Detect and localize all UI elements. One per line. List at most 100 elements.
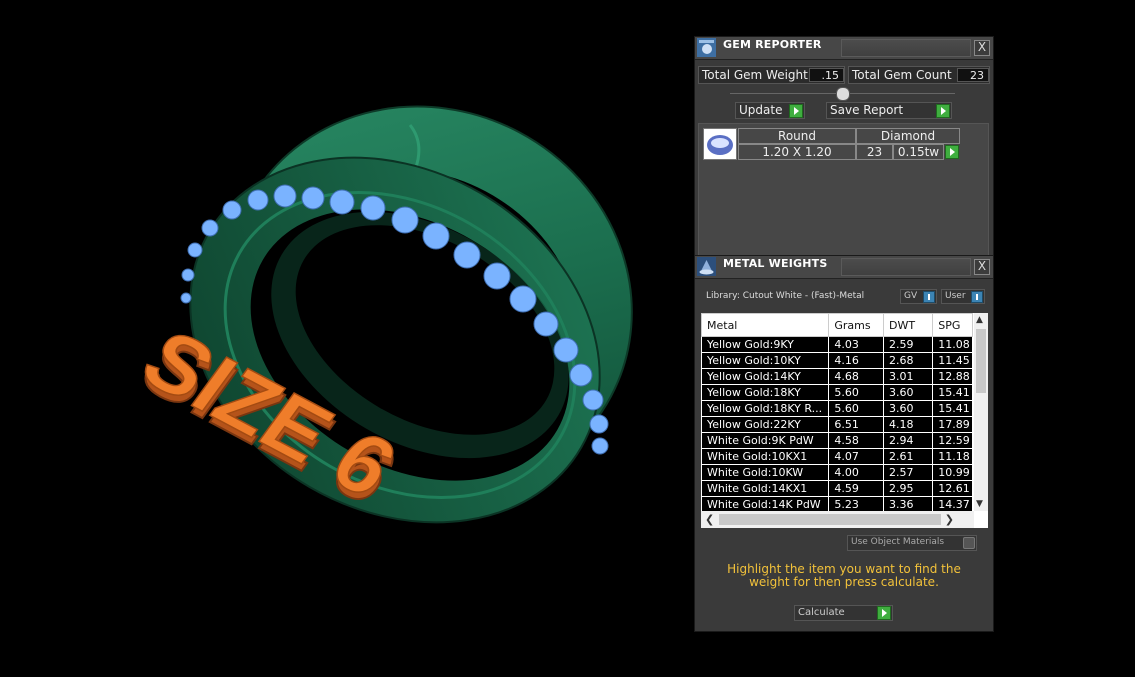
save-report-button-label: Save Report <box>830 103 904 117</box>
column-header-dwt[interactable]: DWT <box>883 313 934 337</box>
gem-carat: 0.15tw <box>893 144 944 160</box>
metal-cell: Yellow Gold:10KY <box>701 352 830 369</box>
calculate-button[interactable]: Calculate <box>794 605 893 621</box>
grams-cell: 6.51 <box>828 416 885 433</box>
table-row[interactable]: Yellow Gold:18KY 5.60 3.60 15.41 <box>701 384 973 401</box>
column-header-grams[interactable]: Grams <box>828 313 885 337</box>
splitter-handle[interactable] <box>836 87 850 101</box>
ring-render: SIZE 6 SIZE 6 <box>124 105 633 524</box>
vertical-scrollbar[interactable]: ▲ ▼ <box>974 313 988 511</box>
grams-cell: 5.60 <box>828 400 885 417</box>
metal-cell: White Gold:14KX1 <box>701 480 830 497</box>
spg-cell: 14.37 <box>932 496 973 511</box>
dwt-cell: 2.68 <box>883 352 934 369</box>
metal-cell: White Gold:10KW <box>701 464 830 481</box>
table-row[interactable]: Yellow Gold:9KY 4.03 2.59 11.08 <box>701 336 973 353</box>
calculate-arrow-icon <box>877 606 891 620</box>
calculate-button-label: Calculate <box>798 607 845 618</box>
dwt-cell: 2.61 <box>883 448 934 465</box>
table-row[interactable]: Yellow Gold:10KY 4.16 2.68 11.45 <box>701 352 973 369</box>
use-object-materials-label: Use Object Materials <box>851 537 945 547</box>
horizontal-scroll-thumb[interactable] <box>719 514 941 525</box>
spg-cell: 10.99 <box>932 464 973 481</box>
table-row[interactable]: White Gold:14K PdW 5.23 3.36 14.37 <box>701 496 973 511</box>
metal-cell: Yellow Gold:14KY <box>701 368 830 385</box>
scroll-down-icon[interactable]: ▼ <box>976 499 983 509</box>
column-header-spg[interactable]: SPG <box>932 313 973 337</box>
gem-count: 23 <box>856 144 893 160</box>
grams-cell: 4.16 <box>828 352 885 369</box>
spg-cell: 15.41 <box>932 384 973 401</box>
total-gem-count-label: Total Gem Count <box>852 68 952 82</box>
spg-cell: 11.45 <box>932 352 973 369</box>
gem-shape: Round <box>738 128 856 144</box>
metal-weights-titlebar[interactable]: METAL WEIGHTS X <box>695 256 993 279</box>
3d-viewport[interactable]: SIZE 6 SIZE 6 <box>0 0 690 673</box>
update-button-label: Update <box>739 103 783 117</box>
gem-reporter-titlebar[interactable]: GEM REPORTER X <box>695 37 993 60</box>
toggle-off-icon <box>963 537 975 549</box>
spg-cell: 12.59 <box>932 432 973 449</box>
grams-cell: 4.68 <box>828 368 885 385</box>
metal-table-container[interactable]: Metal Grams DWT SPG Yellow Gold:9KY 4.03 2… <box>701 313 988 528</box>
gem-list-item[interactable]: Round Diamond 1.20 X 1.20 23 0.15tw <box>703 128 960 162</box>
title-strip <box>841 39 971 57</box>
total-gem-weight-label: Total Gem Weight <box>702 68 808 82</box>
column-header-metal[interactable]: Metal <box>701 313 830 337</box>
metal-weights-panel: METAL WEIGHTS X Library: Cutout White - … <box>694 255 994 632</box>
metal-cell: Yellow Gold:18KY <box>701 384 830 401</box>
spg-cell: 11.18 <box>932 448 973 465</box>
user-toggle[interactable]: User <box>941 289 985 304</box>
grams-cell: 4.59 <box>828 480 885 497</box>
table-row[interactable]: Yellow Gold:18KY R... 5.60 3.60 15.41 <box>701 400 973 417</box>
metal-cell: Yellow Gold:22KY <box>701 416 830 433</box>
grams-cell: 5.23 <box>828 496 885 511</box>
spg-cell: 11.08 <box>932 336 973 353</box>
metal-table-header: Metal Grams DWT SPG <box>701 313 973 337</box>
total-gem-weight-field: Total Gem Weight .15 <box>698 66 845 84</box>
save-report-button[interactable]: Save Report <box>826 102 952 119</box>
gem-reporter-close-button[interactable]: X <box>974 40 990 56</box>
spg-cell: 12.61 <box>932 480 973 497</box>
grams-cell: 4.58 <box>828 432 885 449</box>
spg-cell: 17.89 <box>932 416 973 433</box>
gem-size: 1.20 X 1.20 <box>738 144 856 160</box>
dwt-cell: 2.59 <box>883 336 934 353</box>
metal-weights-close-button[interactable]: X <box>974 259 990 275</box>
dwt-cell: 2.94 <box>883 432 934 449</box>
metal-table: Metal Grams DWT SPG Yellow Gold:9KY 4.03 2… <box>701 313 973 511</box>
horizontal-scrollbar[interactable]: ❮ ❯ <box>701 511 974 528</box>
use-object-materials-toggle[interactable]: Use Object Materials <box>847 535 977 551</box>
table-row[interactable]: White Gold:10KX1 4.07 2.61 11.18 <box>701 448 973 465</box>
update-button[interactable]: Update <box>735 102 805 119</box>
gem-row-arrow-icon[interactable] <box>945 145 959 159</box>
dwt-cell: 3.60 <box>883 400 934 417</box>
scroll-left-icon[interactable]: ❮ <box>705 513 714 526</box>
table-row[interactable]: White Gold:9K PdW 4.58 2.94 12.59 <box>701 432 973 449</box>
total-gem-weight-value: .15 <box>809 68 844 82</box>
gem-material: Diamond <box>856 128 960 144</box>
dwt-cell: 4.18 <box>883 416 934 433</box>
dwt-cell: 2.95 <box>883 480 934 497</box>
metal-cell: White Gold:10KX1 <box>701 448 830 465</box>
user-toggle-icon <box>971 291 983 303</box>
title-strip <box>841 258 971 276</box>
table-row[interactable]: Yellow Gold:22KY 6.51 4.18 17.89 <box>701 416 973 433</box>
metal-table-viewport: Metal Grams DWT SPG Yellow Gold:9KY 4.03 2… <box>701 313 973 511</box>
grams-cell: 4.00 <box>828 464 885 481</box>
spg-cell: 12.88 <box>932 368 973 385</box>
vertical-scroll-thumb[interactable] <box>976 329 986 393</box>
scroll-right-icon[interactable]: ❯ <box>945 513 954 526</box>
gv-toggle[interactable]: GV <box>900 289 937 304</box>
metal-cell: Yellow Gold:9KY <box>701 336 830 353</box>
metal-weights-title: METAL WEIGHTS <box>723 257 828 270</box>
table-row[interactable]: Yellow Gold:14KY 4.68 3.01 12.88 <box>701 368 973 385</box>
metal-weights-icon <box>697 257 716 276</box>
gv-label: GV <box>904 291 918 301</box>
table-row[interactable]: White Gold:10KW 4.00 2.57 10.99 <box>701 464 973 481</box>
grams-cell: 4.03 <box>828 336 885 353</box>
metal-cell: Yellow Gold:18KY R... <box>701 400 830 417</box>
dwt-cell: 3.60 <box>883 384 934 401</box>
table-row[interactable]: White Gold:14KX1 4.59 2.95 12.61 <box>701 480 973 497</box>
scroll-up-icon[interactable]: ▲ <box>976 315 983 325</box>
